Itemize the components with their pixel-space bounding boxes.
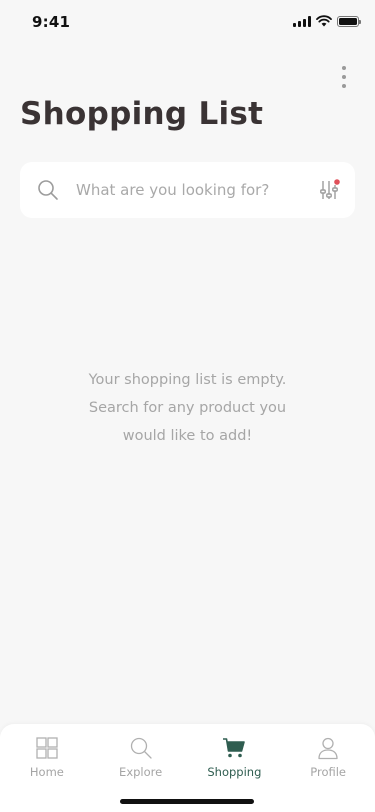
search-icon [130, 737, 152, 759]
bottom-navigation: Home Explore Shopping Profile [0, 724, 375, 812]
grid-icon [36, 737, 58, 759]
empty-state-line: would like to add! [122, 428, 253, 444]
shopping-list-screen: 9:41 Shopping List What are you looking … [0, 0, 375, 812]
cart-icon [223, 738, 246, 758]
filter-indicator-dot [334, 179, 340, 185]
home-indicator [120, 799, 254, 804]
empty-state-message: Your shopping list is empty. Search for … [0, 366, 375, 450]
nav-label-profile: Profile [310, 765, 346, 779]
nav-label-explore: Explore [119, 765, 163, 779]
nav-label-shopping: Shopping [207, 765, 262, 779]
status-icons [293, 15, 361, 27]
empty-state-line: Your shopping list is empty. [88, 372, 287, 388]
status-bar: 9:41 [0, 0, 375, 44]
search-input[interactable] [76, 176, 306, 204]
empty-state-line: Search for any product you [88, 400, 287, 416]
status-time: 9:41 [32, 13, 71, 31]
search-icon [38, 180, 58, 200]
person-icon [318, 737, 338, 760]
battery-icon [337, 15, 361, 27]
nav-item-explore[interactable]: Explore [94, 724, 188, 794]
nav-item-home[interactable]: Home [0, 724, 94, 794]
cellular-signal-icon [293, 15, 311, 27]
nav-item-profile[interactable]: Profile [281, 724, 375, 794]
wifi-icon [316, 15, 332, 27]
more-options-icon[interactable] [339, 66, 349, 88]
filter-icon[interactable] [317, 178, 341, 202]
nav-label-home: Home [29, 765, 64, 779]
search-bar[interactable] [20, 162, 355, 218]
page-title: Shopping List [20, 96, 264, 132]
nav-item-shopping[interactable]: Shopping [188, 724, 282, 794]
